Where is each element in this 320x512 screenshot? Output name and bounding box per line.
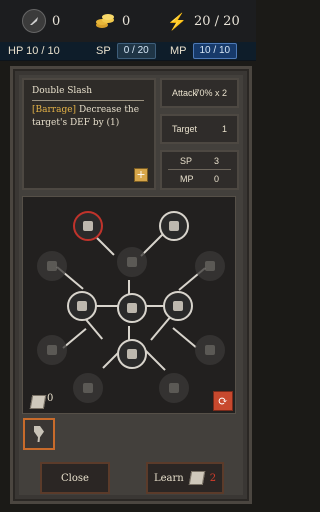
resource-bar: 0 0 ⚡ 20 / 20	[0, 0, 256, 43]
hp-stat: HP 10 / 10	[8, 43, 60, 59]
quill-icon	[22, 9, 46, 33]
close-button[interactable]: Close	[40, 462, 110, 494]
expand-button[interactable]: +	[134, 168, 148, 182]
close-label: Close	[61, 472, 89, 484]
quill-resource: 0	[22, 8, 60, 34]
book-icon	[29, 395, 47, 409]
hp-text: HP 10 / 10	[8, 45, 60, 57]
skill-node-top-right[interactable]	[159, 211, 189, 241]
coins-count: 0	[122, 13, 131, 29]
refresh-icon[interactable]: ⟳	[213, 391, 233, 411]
mp-cost-row: MP 0	[162, 171, 237, 187]
book-icon	[188, 471, 205, 485]
skill-node-center-lower[interactable]	[117, 339, 147, 369]
skill-tag: [Barrage]	[32, 105, 77, 115]
whirl-icon	[169, 383, 179, 393]
axe-icon	[34, 426, 44, 442]
mp-label: MP	[170, 45, 187, 57]
sp-value: 0 / 20	[116, 43, 156, 59]
target-box: Target 1	[160, 114, 239, 144]
energy-count: 20 / 20	[194, 13, 240, 29]
quill-count: 0	[52, 13, 61, 29]
skill-node-left-lower[interactable]	[37, 335, 67, 365]
lightning-icon: ⚡	[167, 11, 187, 31]
target-label: Target	[172, 124, 198, 134]
cost-divider	[168, 169, 231, 170]
claw-icon	[127, 257, 137, 267]
attack-value: 70% x 2	[194, 88, 227, 98]
tree-connector	[96, 237, 115, 256]
skill-node-right-mid[interactable]	[163, 291, 193, 321]
fire-icon	[173, 301, 183, 311]
skill-description: [Barrage] Decrease the target's DEF by (…	[32, 104, 144, 130]
skill-slot[interactable]	[23, 418, 55, 450]
rank-up-icon	[47, 345, 57, 355]
rank-up-icon	[127, 303, 137, 313]
mp-value: 10 / 10	[192, 43, 238, 59]
sp-stat: SP 0 / 20	[96, 43, 156, 59]
rank-up-icon	[47, 261, 57, 271]
heart-icon	[83, 383, 93, 393]
stats-strip: HP 10 / 10 SP 0 / 20 MP 10 / 10	[0, 42, 256, 61]
title-divider	[32, 100, 144, 101]
tree-connector	[172, 327, 197, 349]
flame-icon	[169, 221, 179, 231]
chevron-down-icon	[127, 349, 137, 359]
mp-cost-value: 0	[213, 174, 219, 184]
fire-icon	[205, 261, 215, 271]
strike-icon	[77, 301, 87, 311]
skill-node-right-lower[interactable]	[195, 335, 225, 365]
coins-resource: 0	[94, 8, 130, 34]
sp-cost-value: 3	[213, 156, 219, 166]
skill-node-left-mid[interactable]	[67, 291, 97, 321]
book-count: 0	[47, 393, 54, 404]
skill-description-panel: Double Slash [Barrage] Decrease the targ…	[22, 78, 156, 190]
cost-box: SP 3 MP 0	[160, 150, 239, 190]
learn-button[interactable]: Learn 2	[146, 462, 224, 494]
energy-resource: ⚡ 20 / 20	[166, 8, 240, 34]
mp-cost-label: MP	[180, 174, 194, 184]
skill-tree-board: 0 ⟳	[22, 196, 236, 414]
skill-name: Double Slash	[32, 86, 93, 96]
sp-cost-row: SP 3	[162, 153, 237, 169]
skill-node-left-upper[interactable]	[37, 251, 67, 281]
skill-node-bottom-right[interactable]	[159, 373, 189, 403]
learn-cost: 2	[209, 472, 217, 484]
attack-box: Attack 70% x 2	[160, 78, 239, 108]
sword-icon	[83, 221, 93, 231]
skill-node-center[interactable]	[117, 293, 147, 323]
sp-cost-label: SP	[180, 156, 193, 166]
learn-label: Learn	[153, 472, 184, 484]
skill-node-bottom-left[interactable]	[73, 373, 103, 403]
tree-connector	[150, 316, 172, 341]
target-value: 1	[221, 124, 227, 134]
skill-node-double-slash[interactable]	[73, 211, 103, 241]
mp-stat: MP 10 / 10	[170, 43, 238, 59]
sp-label: SP	[96, 45, 111, 57]
skill-node-center-top[interactable]	[117, 247, 147, 277]
fire-icon	[205, 345, 215, 355]
coins-icon	[94, 10, 116, 32]
attack-label: Attack	[172, 88, 198, 98]
skill-node-right-upper[interactable]	[195, 251, 225, 281]
